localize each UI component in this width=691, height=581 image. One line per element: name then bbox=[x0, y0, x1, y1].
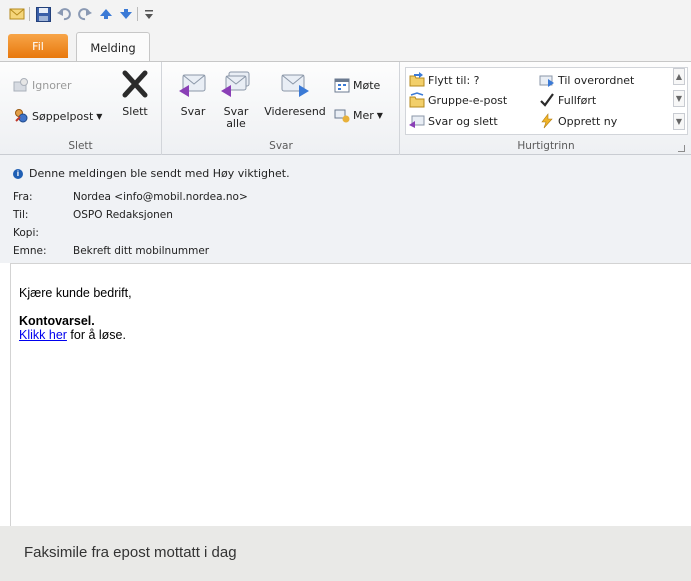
done-label: Fullført bbox=[558, 93, 597, 107]
ribbon: Ignorer Søppelpost ▼ Slett Slett Svar Sv… bbox=[0, 61, 691, 155]
subject-value: Bekreft ditt mobilnummer bbox=[73, 245, 210, 257]
qat-divider bbox=[137, 7, 138, 21]
message-content: Kjære kunde bedrift, Kontovarsel. Klikk … bbox=[19, 286, 132, 342]
from-row: Fra: Nordea <info@mobil.nordea.no> bbox=[13, 191, 248, 203]
qat-divider bbox=[29, 7, 30, 21]
action-line: Klikk her for å løse. bbox=[19, 328, 132, 342]
forward-label: Videresend bbox=[264, 105, 326, 118]
caption-bar: Faksimile fra epost mottatt i dag bbox=[0, 526, 691, 581]
to-label: Til: bbox=[13, 209, 29, 221]
subject-row: Emne: Bekreft ditt mobilnummer bbox=[13, 245, 209, 257]
to-manager-icon bbox=[539, 72, 555, 88]
respond-group-label: Svar bbox=[269, 140, 293, 152]
team-email-label: Gruppe-e-post bbox=[428, 93, 508, 107]
cc-label: Kopi: bbox=[13, 227, 39, 239]
checkmark-icon bbox=[539, 92, 555, 108]
greeting: Kjære kunde bedrift, bbox=[19, 286, 132, 300]
quick-step-create-new[interactable]: Opprett ny bbox=[539, 112, 617, 130]
gallery-scroll-up[interactable]: ▲ bbox=[673, 68, 685, 85]
ribbon-tabs: Fil Melding bbox=[0, 30, 691, 62]
junk-label: Søppelpost bbox=[32, 109, 94, 123]
tab-message[interactable]: Melding bbox=[76, 32, 150, 62]
reply-delete-icon bbox=[409, 113, 425, 129]
folder-move-icon bbox=[409, 72, 425, 88]
quick-access-toolbar bbox=[0, 0, 691, 30]
forward-button[interactable]: Videresend bbox=[263, 66, 327, 118]
to-row: Til: OSPO Redaksjonen bbox=[13, 209, 173, 221]
respond-group: Svar Svar alle Videresend Møte Mer ▼ Sva… bbox=[163, 62, 400, 155]
quick-step-to-manager[interactable]: Til overordnet bbox=[539, 71, 634, 89]
more-icon bbox=[334, 107, 350, 123]
reply-button[interactable]: Svar bbox=[176, 66, 210, 118]
message-body: Kjære kunde bedrift, Kontovarsel. Klikk … bbox=[10, 263, 691, 526]
reply-all-button[interactable]: Svar alle bbox=[219, 66, 253, 130]
gallery-expand[interactable]: ▼ bbox=[673, 113, 685, 130]
more-button[interactable]: Mer ▼ bbox=[334, 106, 383, 124]
meeting-label: Møte bbox=[353, 78, 381, 92]
previous-icon[interactable] bbox=[98, 6, 114, 22]
redo-icon[interactable] bbox=[77, 6, 93, 22]
ignore-label: Ignorer bbox=[32, 78, 72, 92]
link-suffix: for å løse. bbox=[66, 328, 126, 342]
chevron-down-icon: ▼ bbox=[675, 94, 683, 103]
importance-notice: i Denne meldingen ble sendt med Høy vikt… bbox=[13, 167, 290, 180]
reply-delete-label: Svar og slett bbox=[428, 114, 498, 128]
quick-step-done[interactable]: Fullført bbox=[539, 91, 596, 109]
chevron-down-icon: ▼ bbox=[376, 110, 383, 120]
move-to-label: Flytt til: ? bbox=[428, 73, 480, 87]
delete-label: Slett bbox=[122, 105, 148, 118]
create-new-label: Opprett ny bbox=[558, 114, 618, 128]
quick-step-reply-delete[interactable]: Svar og slett bbox=[409, 112, 498, 130]
cc-row: Kopi: bbox=[13, 227, 73, 239]
reply-all-icon bbox=[219, 66, 253, 102]
chevron-up-icon: ▲ bbox=[675, 72, 683, 81]
info-icon: i bbox=[13, 168, 23, 179]
outlook-message-window: Fil Melding Ignorer Søppelpost ▼ Slett S… bbox=[0, 0, 691, 581]
ignore-icon bbox=[13, 77, 29, 93]
quick-step-team-email[interactable]: Gruppe-e-post bbox=[409, 91, 507, 109]
email-icon bbox=[9, 6, 25, 22]
delete-group-label: Slett bbox=[68, 140, 93, 152]
tab-file[interactable]: Fil bbox=[8, 34, 68, 58]
reply-all-label-2: alle bbox=[226, 117, 246, 130]
reply-label: Svar bbox=[180, 105, 206, 118]
save-icon[interactable] bbox=[35, 6, 51, 22]
gallery-scroll-down[interactable]: ▼ bbox=[673, 90, 685, 107]
meeting-icon bbox=[334, 77, 350, 93]
dialog-launcher-icon[interactable] bbox=[678, 145, 685, 152]
message-header: i Denne meldingen ble sendt med Høy vikt… bbox=[0, 155, 691, 263]
chevron-down-icon: ▼ bbox=[96, 111, 103, 121]
undo-icon[interactable] bbox=[56, 6, 72, 22]
alert-heading: Kontovarsel. bbox=[19, 314, 95, 328]
quick-steps-label: Hurtigtrinn bbox=[517, 140, 575, 152]
click-here-link[interactable]: Klikk her bbox=[19, 328, 67, 342]
next-icon[interactable] bbox=[118, 6, 134, 22]
reply-icon bbox=[176, 66, 210, 102]
expand-icon: ▼ bbox=[675, 117, 683, 126]
forward-icon bbox=[278, 66, 312, 102]
quick-step-move-to[interactable]: Flytt til: ? bbox=[409, 71, 479, 89]
ignore-button[interactable]: Ignorer bbox=[13, 76, 72, 94]
delete-button[interactable]: Slett bbox=[118, 66, 152, 118]
notice-text: Denne meldingen ble sendt med Høy viktig… bbox=[29, 167, 290, 180]
more-label: Mer bbox=[353, 108, 374, 122]
from-label: Fra: bbox=[13, 191, 33, 203]
delete-icon bbox=[118, 66, 152, 102]
junk-button[interactable]: Søppelpost ▼ bbox=[13, 107, 102, 125]
to-value[interactable]: OSPO Redaksjonen bbox=[73, 209, 173, 221]
caption-text: Faksimile fra epost mottatt i dag bbox=[24, 544, 237, 561]
delete-group: Ignorer Søppelpost ▼ Slett Slett bbox=[0, 62, 162, 155]
quick-steps-group: Flytt til: ? Gruppe-e-post Svar og slett… bbox=[401, 62, 691, 155]
to-manager-label: Til overordnet bbox=[558, 73, 635, 87]
subject-label: Emne: bbox=[13, 245, 47, 257]
junk-icon bbox=[13, 108, 29, 124]
customize-icon[interactable] bbox=[141, 6, 157, 22]
from-value[interactable]: Nordea <info@mobil.nordea.no> bbox=[73, 191, 248, 203]
meeting-button[interactable]: Møte bbox=[334, 76, 380, 94]
lightning-icon bbox=[539, 113, 555, 129]
team-email-icon bbox=[409, 92, 425, 108]
